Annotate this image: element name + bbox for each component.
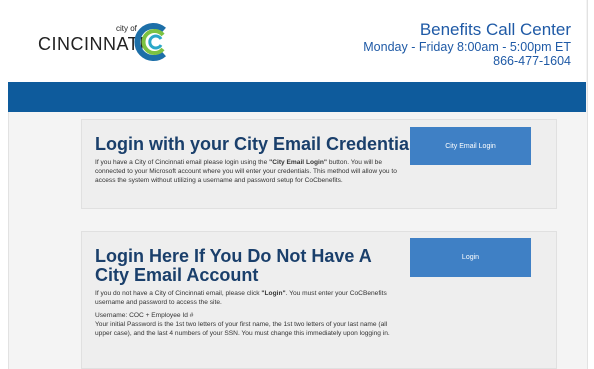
credentials-instructions: Username: COC + Employee Id # Your initia… — [95, 311, 400, 339]
city-c-logo-icon — [134, 23, 166, 61]
call-center-title: Benefits Call Center — [419, 20, 571, 39]
description-bold: "Login" — [261, 290, 286, 297]
city-email-login-card: Login with your City Email Credentials I… — [81, 119, 557, 209]
city-logo[interactable]: CINCINNATI city of — [38, 22, 188, 62]
description-bold: "City Email Login" — [269, 159, 328, 166]
username-instructions: Username: COC + Employee Id # — [95, 312, 194, 319]
nav-bar — [8, 82, 586, 112]
description-text: If you have a City of Cincinnati email p… — [95, 159, 270, 166]
call-center-phone: 866-477-1604 — [493, 53, 571, 68]
logo-wordmark: CINCINNATI — [38, 34, 145, 54]
password-instructions: Your initial Password is the 1st two let… — [95, 321, 390, 338]
city-email-login-button[interactable]: City Email Login — [410, 127, 531, 165]
standard-login-heading: Login Here If You Do Not Have A City Ema… — [95, 246, 372, 285]
standard-login-card: Login Here If You Do Not Have A City Ema… — [81, 231, 557, 369]
site-header: CINCINNATI city of Benefits Call Center … — [8, 0, 586, 82]
call-center-info: Benefits Call Center Monday - Friday 8:0… — [363, 20, 571, 68]
description-text: If you do not have a City of Cincinnati … — [95, 290, 262, 297]
city-email-login-description: If you have a City of Cincinnati email p… — [95, 158, 400, 186]
call-center-hours: Monday - Friday 8:00am - 5:00pm ET — [363, 39, 571, 54]
login-button[interactable]: Login — [410, 238, 531, 277]
standard-login-description: If you do not have a City of Cincinnati … — [95, 289, 400, 307]
city-email-login-heading: Login with your City Email Credentials — [95, 134, 425, 154]
